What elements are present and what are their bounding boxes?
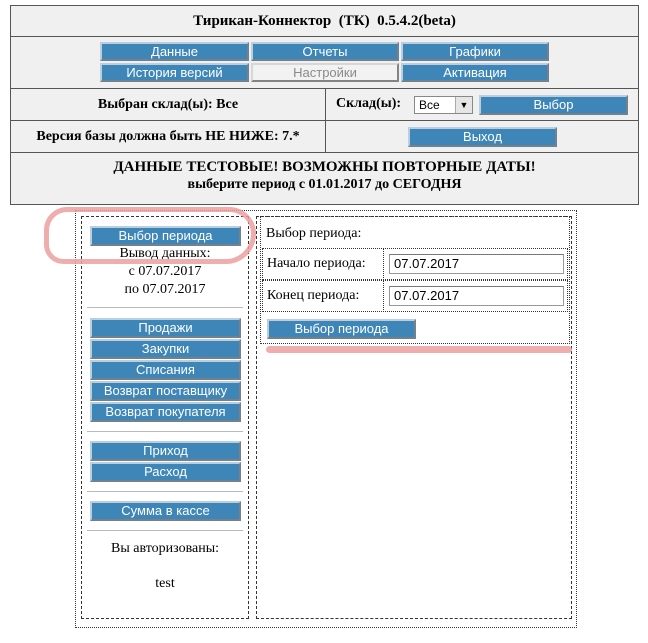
warehouse-select-value: Все (419, 98, 440, 112)
warehouse-select[interactable]: Все ▼ (414, 96, 473, 114)
expense-button[interactable]: Расход (90, 462, 241, 482)
cash-total-button[interactable]: Сумма в кассе (90, 501, 241, 521)
sidebar-divider (87, 431, 243, 433)
version-notice: Версия базы должна быть НЕ НИЖЕ: 7.* (10, 120, 326, 153)
chevron-down-icon: ▼ (455, 97, 472, 113)
page-title: Тирикан-Коннектор (ТК) 0.5.4.2(beta) (10, 5, 639, 37)
end-period-input[interactable]: 07.07.2017 (389, 286, 564, 306)
nav-settings-button[interactable]: Настройки (251, 63, 399, 82)
warehouse-selected-label: Выбран склад(ы): Все (10, 88, 326, 121)
annotation-underline (266, 346, 572, 353)
nav-charts-button[interactable]: Графики (401, 42, 549, 61)
nav-data-button[interactable]: Данные (100, 42, 249, 61)
warehouse-select-button[interactable]: Выбор (479, 95, 628, 115)
period-form-title: Выбор периода: (266, 226, 362, 241)
annotation-highlight (44, 207, 256, 264)
end-period-label: Конец периода: (267, 288, 360, 303)
nav-history-button[interactable]: История версий (100, 63, 249, 82)
write-offs-button[interactable]: Списания (90, 360, 241, 380)
sidebar-divider (87, 307, 243, 309)
income-button[interactable]: Приход (90, 441, 241, 461)
auth-label: Вы авторизованы: (110, 541, 220, 556)
sales-button[interactable]: Продажи (90, 318, 241, 338)
nav-activation-button[interactable]: Активация (401, 63, 549, 82)
sidebar-divider (87, 530, 243, 532)
period-submit-button[interactable]: Выбор периода (267, 319, 416, 339)
sidebar-to-date: по 07.07.2017 (124, 282, 206, 297)
start-period-input[interactable]: 07.07.2017 (389, 254, 564, 274)
sidebar-from-date: с 07.07.2017 (128, 264, 202, 279)
exit-button[interactable]: Выход (408, 127, 557, 147)
purchases-button[interactable]: Закупки (90, 339, 241, 359)
start-period-label: Начало периода: (267, 256, 366, 271)
banner-line-1: ДАННЫЕ ТЕСТОВЫЕ! ВОЗМОЖНЫ ПОВТОРНЫЕ ДАТЫ… (113, 159, 536, 175)
banner-line-2: выберите период с 01.01.2017 до СЕГОДНЯ (187, 177, 462, 192)
warehouse-label: Склад(ы): (336, 96, 402, 111)
test-data-banner: ДАННЫЕ ТЕСТОВЫЕ! ВОЗМОЖНЫ ПОВТОРНЫЕ ДАТЫ… (10, 152, 639, 205)
customer-return-button[interactable]: Возврат покупателя (90, 402, 241, 422)
sidebar-divider (87, 491, 243, 493)
auth-user: test (155, 576, 175, 591)
nav-reports-button[interactable]: Отчеты (251, 42, 399, 61)
supplier-return-button[interactable]: Возврат поставщику (90, 381, 241, 401)
